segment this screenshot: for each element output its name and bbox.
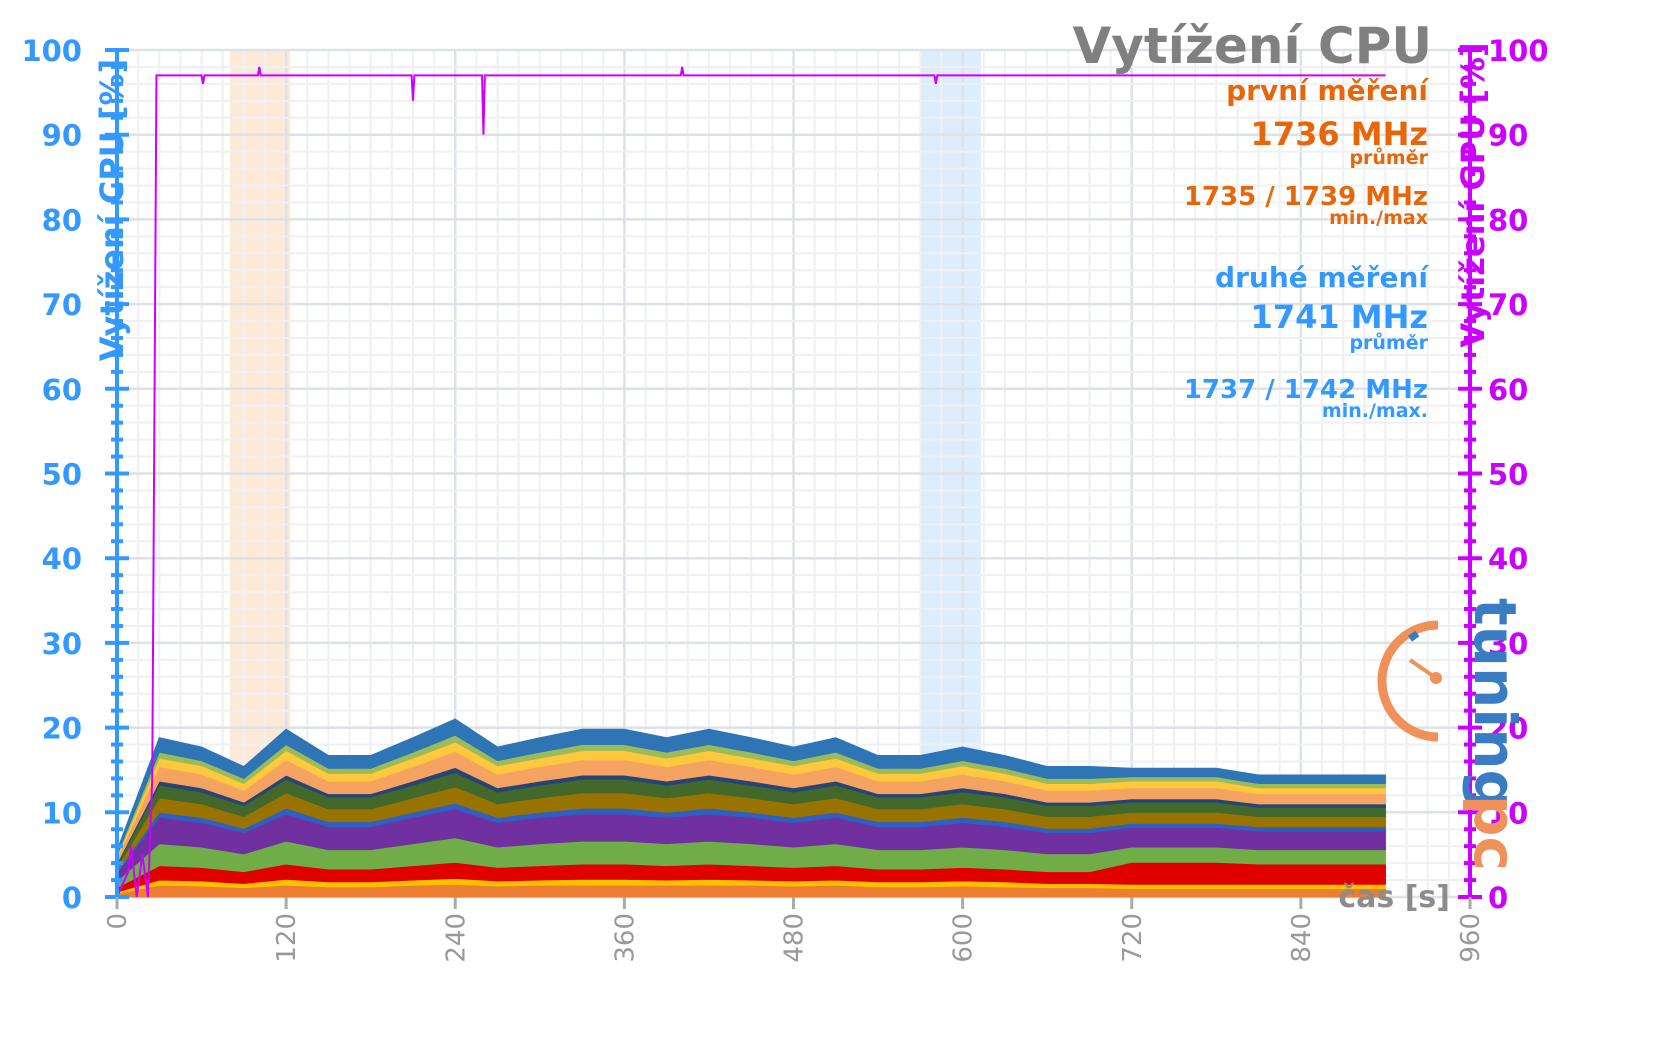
second-avg-sub: průměr [1349, 331, 1428, 354]
y-tick-label: 40 [42, 542, 82, 576]
first-avg-sub: průměr [1349, 146, 1428, 169]
y-tick-label: 0 [62, 881, 82, 915]
x-axis-title: čas [s] [1338, 880, 1450, 915]
y2-tick-label: 80 [1488, 203, 1528, 237]
y2-axis-title: Vytížení GPU [%] [1454, 42, 1492, 347]
x-tick-label: 480 [780, 913, 810, 963]
y2-tick-label: 40 [1488, 542, 1528, 576]
first-minmax-sub: min./max [1329, 207, 1428, 229]
x-tick-label: 960 [1456, 913, 1486, 963]
second-minmax-sub: min./max. [1322, 400, 1428, 422]
svg-text:pc: pc [1461, 795, 1529, 871]
x-tick-label: 840 [1287, 913, 1317, 963]
y-axis-title: Vytížení CPU [%] [93, 59, 131, 361]
y-tick-label: 50 [42, 458, 82, 492]
chart-title: Vytížení CPU [1073, 17, 1432, 75]
x-tick-label: 720 [1118, 913, 1148, 963]
y-tick-label: 60 [42, 373, 82, 407]
y-tick-label: 100 [21, 34, 82, 68]
y-tick-label: 30 [42, 627, 82, 661]
x-tick-label: 240 [441, 913, 471, 963]
x-tick-label: 0 [103, 913, 133, 930]
cpu-load-chart: 0 010 1020 2030 3040 4050 5060 6070 7080 8090 9010… [21, 17, 1549, 963]
y2-tick-label: 70 [1488, 288, 1528, 322]
y2-tick-label: 60 [1488, 373, 1528, 407]
y2-tick-label: 100 [1488, 34, 1549, 68]
y2-tick-label: 0 [1488, 881, 1508, 915]
first-label: první měření [1226, 74, 1429, 107]
y-tick-label: 90 [42, 119, 82, 153]
x-tick-label: 120 [272, 913, 302, 963]
y-tick-label: 70 [42, 288, 82, 322]
y-tick-label: 80 [42, 203, 82, 237]
y2-tick-label: 90 [1488, 119, 1528, 153]
second-label: druhé měření [1215, 261, 1429, 294]
y-tick-label: 20 [42, 712, 82, 746]
y-tick-label: 10 [42, 796, 82, 830]
x-tick-label: 360 [610, 913, 640, 963]
annotations: první měření 1736 MHz průměr 1735 / 1739… [1184, 74, 1430, 422]
y2-tick-label: 50 [1488, 458, 1528, 492]
second-avg: 1741 MHz [1251, 298, 1428, 336]
x-tick-label: 600 [949, 913, 979, 963]
svg-text:tuning: tuning [1461, 598, 1529, 811]
